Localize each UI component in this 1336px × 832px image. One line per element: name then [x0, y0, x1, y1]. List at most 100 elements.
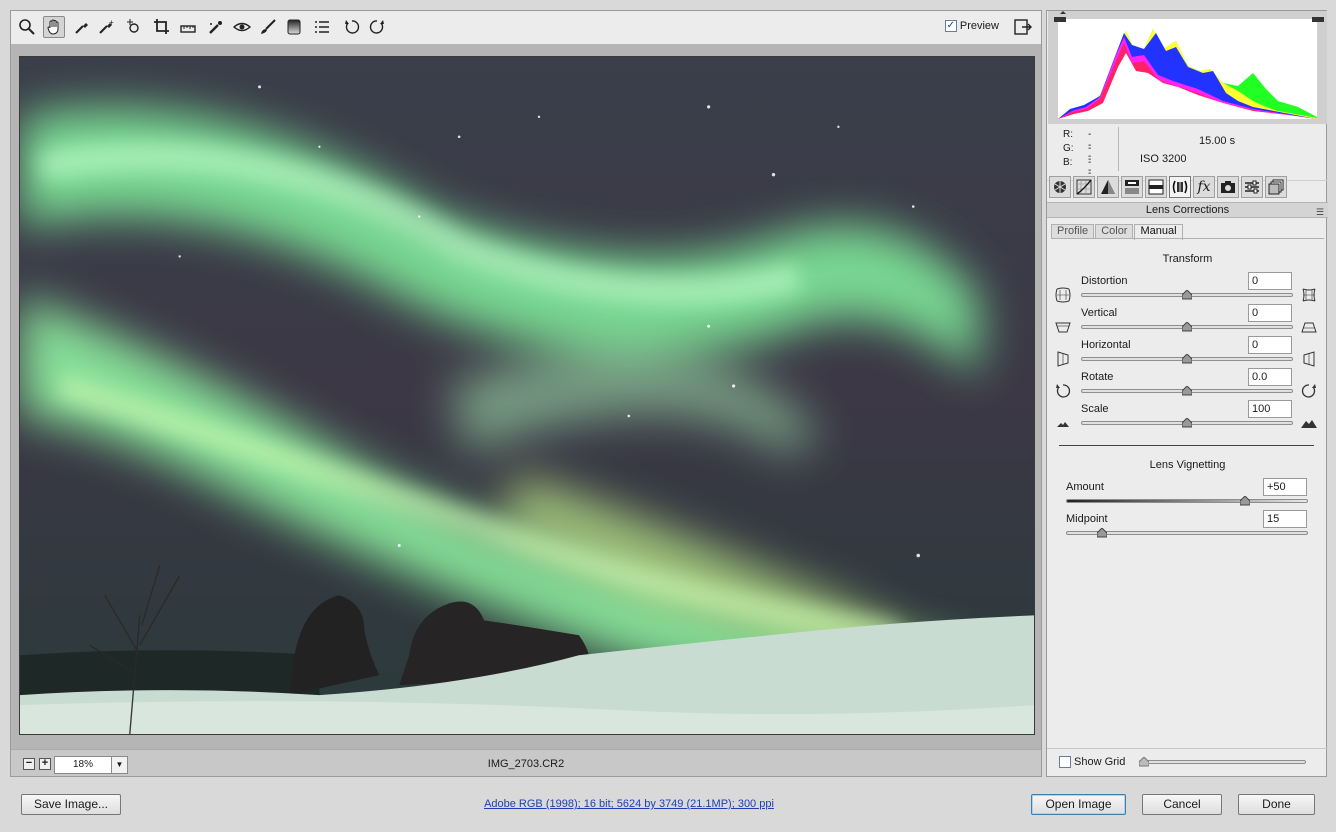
preferences-icon[interactable]	[311, 16, 333, 38]
snapshots-icon[interactable]	[1265, 176, 1287, 198]
vertical-thumb[interactable]	[1182, 322, 1192, 332]
horizontal-slider: Horizontal 0	[1047, 336, 1328, 371]
r-label: R:	[1063, 129, 1073, 140]
section-title: Lens Corrections ☰	[1047, 202, 1328, 218]
spot-removal-icon[interactable]	[205, 16, 227, 38]
subtab-underline	[1051, 238, 1324, 239]
horizontal-left-icon	[1057, 351, 1069, 367]
show-grid-checkbox[interactable]	[1059, 756, 1071, 768]
aurora-photo[interactable]	[19, 56, 1035, 735]
rotate-cw-icon[interactable]	[366, 16, 388, 38]
amount-track[interactable]	[1066, 499, 1308, 503]
camera-calibration-icon[interactable]	[1217, 176, 1239, 198]
zoom-tool-icon[interactable]	[16, 16, 38, 38]
scale-large-icon	[1301, 420, 1317, 428]
straighten-icon[interactable]	[177, 16, 199, 38]
distortion-input[interactable]: 0	[1248, 272, 1292, 290]
lens-corrections-icon[interactable]	[1169, 176, 1191, 198]
preview-label: Preview	[959, 20, 999, 32]
barrel-distortion-icon	[1055, 287, 1071, 303]
distortion-label: Distortion	[1081, 275, 1128, 287]
midpoint-label: Midpoint	[1066, 513, 1108, 525]
transform-title: Transform	[1162, 253, 1213, 265]
scale-thumb[interactable]	[1182, 418, 1192, 428]
iso-value: ISO 3200	[1140, 153, 1187, 165]
graduated-filter-icon[interactable]	[283, 16, 305, 38]
horizontal-right-icon	[1303, 351, 1315, 367]
shutter-speed: 15.00 s	[1199, 135, 1236, 147]
crop-icon[interactable]	[151, 16, 173, 38]
grid-size-thumb[interactable]	[1139, 757, 1149, 767]
cancel-button[interactable]: Cancel	[1142, 794, 1222, 815]
midpoint-slider: Midpoint 15	[1047, 510, 1328, 545]
section-title-text: Lens Corrections	[1145, 204, 1230, 216]
preview-checkbox[interactable]: ✓	[944, 20, 957, 32]
open-image-button[interactable]: Open Image	[1031, 794, 1126, 815]
midpoint-thumb[interactable]	[1097, 528, 1107, 538]
readout-divider	[1118, 127, 1119, 171]
vertical-input[interactable]: 0	[1248, 304, 1292, 322]
hand-tool-icon[interactable]	[43, 16, 65, 38]
preview-toggle[interactable]: ✓ Preview	[944, 20, 999, 32]
rgb-readout: R: --- G: --- B: --- 15.00 s ISO 3200	[1047, 125, 1328, 190]
amount-input[interactable]: +50	[1263, 478, 1307, 496]
detail-icon[interactable]	[1097, 176, 1119, 198]
show-grid-toggle[interactable]: Show Grid	[1059, 756, 1125, 768]
svg-text:+: +	[109, 18, 114, 27]
scale-slider: Scale 100	[1047, 400, 1328, 435]
horizontal-thumb[interactable]	[1182, 354, 1192, 364]
pincushion-distortion-icon	[1302, 288, 1316, 302]
presets-icon[interactable]	[1241, 176, 1263, 198]
toolbar: + ✓ Preview	[10, 10, 1042, 44]
red-eye-icon[interactable]	[231, 16, 253, 38]
color-sampler-icon[interactable]: +	[95, 16, 117, 38]
r-readout: R: ---	[1063, 129, 1091, 162]
show-grid-row: Show Grid	[1047, 748, 1328, 776]
rotate-left-icon	[1056, 384, 1071, 398]
tab-profile[interactable]: Profile	[1051, 224, 1095, 239]
grid-size-track[interactable]	[1139, 760, 1306, 764]
b-label: B:	[1063, 157, 1073, 168]
scale-input[interactable]: 100	[1248, 400, 1292, 418]
targeted-adjustment-icon[interactable]	[123, 16, 145, 38]
g-label: G:	[1063, 143, 1074, 154]
horizontal-label: Horizontal	[1081, 339, 1131, 351]
image-preview-area[interactable]	[10, 44, 1042, 749]
panel-tabs: fx	[1047, 176, 1328, 201]
status-bar: − + 18% ▼ IMG_2703.CR2	[10, 749, 1042, 777]
midpoint-input[interactable]: 15	[1263, 510, 1307, 528]
adjustment-brush-icon[interactable]	[257, 16, 279, 38]
fullscreen-toggle-icon[interactable]	[1013, 17, 1033, 37]
distortion-slider: Distortion 0	[1047, 272, 1328, 307]
b-readout: B: ---	[1063, 157, 1091, 190]
histogram	[1048, 11, 1327, 124]
rotate-thumb[interactable]	[1182, 386, 1192, 396]
split-toning-icon[interactable]	[1145, 176, 1167, 198]
show-grid-label: Show Grid	[1074, 756, 1126, 768]
vertical-narrow-icon	[1055, 322, 1071, 333]
white-balance-icon[interactable]	[71, 16, 93, 38]
done-button[interactable]: Done	[1238, 794, 1315, 815]
rotate-ccw-icon[interactable]	[341, 16, 363, 38]
fx-glyph: fx	[1197, 179, 1211, 195]
tab-color[interactable]: Color	[1095, 224, 1134, 239]
vignetting-title: Lens Vignetting	[1149, 459, 1226, 471]
tone-curve-icon[interactable]	[1073, 176, 1095, 198]
rotate-input[interactable]: 0.0	[1248, 368, 1292, 386]
vertical-label: Vertical	[1081, 307, 1118, 319]
basic-icon[interactable]	[1049, 176, 1071, 198]
vertical-slider: Vertical 0	[1047, 304, 1328, 339]
amount-thumb[interactable]	[1240, 496, 1250, 506]
effects-icon[interactable]: fx	[1193, 176, 1215, 198]
rotate-slider: Rotate 0.0	[1047, 368, 1328, 403]
panel-menu-icon[interactable]: ☰	[1316, 205, 1324, 219]
scale-label: Scale	[1081, 403, 1109, 415]
adjustments-panel: R: --- G: --- B: --- 15.00 s ISO 3200	[1046, 10, 1328, 777]
vertical-wide-icon	[1301, 322, 1317, 333]
g-readout: G: ---	[1063, 143, 1091, 176]
rotate-label: Rotate	[1081, 371, 1114, 383]
hsl-icon[interactable]	[1121, 176, 1143, 198]
distortion-thumb[interactable]	[1182, 290, 1192, 300]
horizontal-input[interactable]: 0	[1248, 336, 1292, 354]
amount-slider: Amount +50	[1047, 478, 1328, 513]
